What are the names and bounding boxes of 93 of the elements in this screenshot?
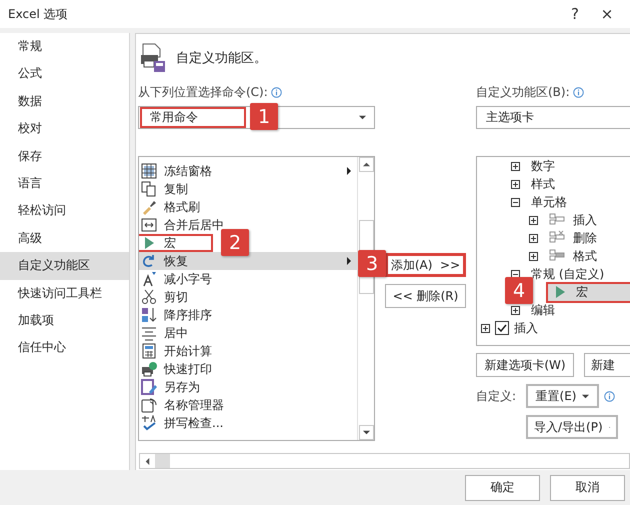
expand-icon[interactable]	[511, 162, 520, 170]
caret-icon	[362, 429, 370, 436]
command-item[interactable]: 拼写检查...	[139, 414, 357, 432]
calculator-icon	[141, 343, 157, 359]
field-label: 从下列位置选择命令(C):	[138, 84, 268, 100]
sidebar-item[interactable]: 语言	[0, 170, 129, 198]
command-item[interactable]: 开始计算	[139, 342, 357, 360]
ok-button[interactable]: 确定	[465, 474, 540, 500]
customize-label: 自定义:	[476, 388, 518, 404]
sort-icon	[141, 307, 157, 323]
tree-item[interactable]: 插入	[514, 320, 538, 336]
scissors-icon	[141, 289, 157, 305]
help-button[interactable]: ?	[560, 5, 590, 23]
brush-icon	[141, 199, 157, 215]
sidebar-item[interactable]: 公式	[0, 60, 129, 88]
command-item[interactable]: 快速打印	[139, 360, 357, 378]
info-icon[interactable]	[604, 390, 615, 402]
ribbon-dropdown[interactable]: 主选项卡	[476, 106, 630, 129]
sidebar-item[interactable]: 快速访问工具栏	[0, 280, 129, 307]
callout-badge: 2	[221, 229, 249, 256]
sidebar-item[interactable]: 加载项	[0, 306, 129, 334]
caret-icon	[582, 392, 590, 400]
sidebar-item[interactable]: 轻松访问	[0, 197, 129, 225]
collapse-icon[interactable]	[511, 270, 520, 278]
tree-item[interactable]: 插入	[543, 210, 630, 230]
printer-icon	[141, 361, 157, 377]
tree-item[interactable]: 数字	[525, 157, 630, 176]
copy-icon	[141, 181, 157, 197]
tree-item[interactable]: 格式	[543, 246, 630, 266]
font-size-icon	[141, 271, 157, 287]
command-item[interactable]: 减小字号	[139, 270, 357, 288]
scroll-up-button[interactable]	[358, 157, 374, 172]
expand-icon[interactable]	[481, 324, 490, 332]
cancel-button[interactable]: 取消	[550, 474, 625, 500]
align-center-icon	[141, 325, 157, 341]
reset-button[interactable]: 重置(E)	[526, 384, 599, 408]
info-icon[interactable]	[572, 86, 584, 98]
section-title: 自定义功能区。	[176, 50, 267, 67]
caret-icon	[359, 114, 366, 121]
save-as-icon	[141, 379, 157, 395]
scroll-thumb[interactable]	[155, 454, 170, 468]
tree-item[interactable]: 宏	[546, 282, 630, 302]
name-manager-icon	[141, 397, 157, 413]
sidebar-item[interactable]: 信任中心	[0, 334, 129, 362]
tree-item[interactable]: 样式	[525, 174, 630, 194]
spell-check-icon	[141, 415, 157, 431]
merge-cells-icon	[141, 217, 157, 233]
callout-badge: 3	[358, 250, 386, 277]
command-item[interactable]: 恢复	[139, 252, 357, 270]
info-icon[interactable]	[270, 86, 282, 98]
new-group-button[interactable]: 新建	[584, 353, 630, 377]
callout-badge: 1	[250, 103, 278, 130]
printer-save-icon	[140, 43, 166, 73]
source-dropdown[interactable]: 常用命令 1	[138, 106, 375, 129]
sidebar-item[interactable]: 高级	[0, 224, 129, 252]
submenu-arrow-icon	[345, 257, 353, 265]
expand-icon[interactable]	[511, 180, 520, 188]
command-item[interactable]: 降序排序	[139, 306, 357, 324]
sidebar-item[interactable]: 校对	[0, 115, 129, 143]
expand-icon[interactable]	[529, 234, 538, 242]
sidebar-item[interactable]: 自定义功能区	[0, 252, 129, 280]
expand-icon[interactable]	[529, 216, 538, 224]
command-item[interactable]: 剪切	[139, 288, 357, 306]
collapse-icon[interactable]	[511, 198, 520, 206]
sidebar-item[interactable]: 保存	[0, 142, 129, 170]
horizontal-scrollbar[interactable]	[139, 453, 630, 469]
command-item[interactable]: 复制	[139, 180, 357, 198]
command-item[interactable]: 名称管理器	[139, 396, 357, 414]
command-item[interactable]: 另存为	[139, 378, 357, 396]
close-button[interactable]: ×	[592, 5, 622, 23]
new-tab-button[interactable]: 新建选项卡(W)	[476, 353, 574, 377]
scroll-up-icon	[362, 161, 370, 168]
redo-icon	[141, 253, 157, 269]
tree-item[interactable]: 删除	[543, 228, 630, 248]
expand-icon[interactable]	[511, 306, 520, 314]
add-button[interactable]: 添加(A) >>	[385, 253, 466, 277]
command-item[interactable]: 居中	[139, 324, 357, 342]
window-title: Excel 选项	[8, 6, 69, 22]
submenu-arrow-icon	[345, 167, 353, 175]
field-label: 自定义功能区(B):	[476, 84, 570, 100]
callout-badge: 4	[505, 277, 533, 304]
command-item[interactable]: 格式刷	[139, 198, 357, 216]
grid-icon	[141, 163, 157, 179]
scroll-down-button[interactable]	[358, 425, 374, 440]
remove-button[interactable]: << 删除(R)	[385, 284, 466, 308]
command-item[interactable]: 冻结窗格	[139, 162, 357, 180]
tree-item[interactable]: 单元格	[525, 192, 630, 212]
sidebar-item[interactable]: 常规	[0, 33, 129, 60]
scroll-left-icon	[144, 458, 151, 464]
expand-icon[interactable]	[529, 252, 538, 260]
import-export-button[interactable]: 导入/导出(P)	[526, 415, 618, 439]
sidebar-item[interactable]: 数据	[0, 88, 129, 116]
checkbox[interactable]	[495, 321, 509, 335]
